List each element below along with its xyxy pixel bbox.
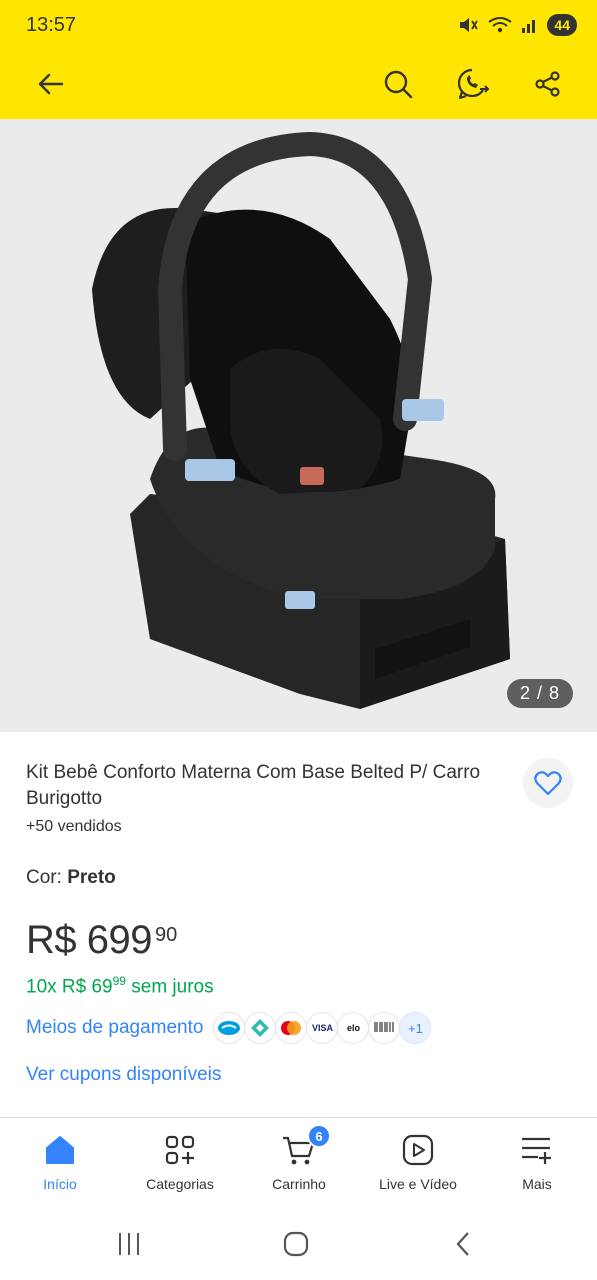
product-price: R$ 699 90 — [26, 918, 177, 963]
nav-item-home[interactable]: Início — [0, 1118, 120, 1210]
nav-label-live-video: Live e Vídeo — [379, 1176, 457, 1192]
installments-cents: 99 — [112, 974, 126, 988]
nav-item-categories[interactable]: Categorias — [120, 1118, 240, 1210]
back-chevron-icon — [456, 1232, 469, 1256]
payment-icons: VISA elo +1 — [213, 1012, 432, 1044]
play-icon — [402, 1132, 434, 1168]
mute-icon — [460, 18, 479, 32]
wifi-icon — [488, 17, 513, 33]
visa-icon: VISA — [306, 1012, 339, 1044]
color-label: Cor: — [26, 867, 68, 888]
status-time: 13:57 — [26, 14, 77, 36]
home-icon — [44, 1132, 76, 1168]
mercado-pago-icon — [213, 1012, 246, 1044]
home-circle-icon — [283, 1231, 309, 1257]
installments-prefix: 10x R$ 69 — [26, 976, 113, 998]
coupons-link[interactable]: Ver cupons disponíveis — [26, 1064, 221, 1086]
whatsapp-share-button[interactable] — [451, 62, 495, 106]
color-variant: Cor: Preto — [26, 867, 116, 889]
nav-item-cart[interactable]: 6 Carrinho — [239, 1118, 359, 1210]
price-cents: 90 — [154, 924, 178, 946]
status-icons: 44 — [457, 14, 577, 36]
cart-badge: 6 — [307, 1124, 331, 1148]
status-bar: 13:57 44 — [0, 0, 597, 52]
nav-item-live-video[interactable]: Live e Vídeo — [358, 1118, 478, 1210]
image-counter: 2 / 8 — [506, 679, 573, 708]
color-value: Preto — [67, 867, 116, 888]
cart-icon: 6 — [281, 1124, 331, 1168]
installments-info: 10x R$ 6999 sem juros — [26, 974, 214, 998]
boleto-icon — [368, 1012, 401, 1044]
search-button[interactable] — [376, 62, 420, 106]
whatsapp-icon — [457, 68, 490, 100]
share-button[interactable] — [526, 62, 570, 106]
nav-item-more[interactable]: Mais — [477, 1118, 597, 1210]
share-icon — [535, 71, 560, 97]
nav-label-categories: Categorias — [146, 1176, 214, 1192]
back-arrow-icon — [38, 73, 64, 95]
recent-apps-button[interactable] — [99, 1226, 159, 1262]
elo-icon: elo — [337, 1012, 370, 1044]
home-system-button[interactable] — [266, 1226, 326, 1262]
nav-label-more: Mais — [522, 1176, 552, 1192]
nav-label-cart: Carrinho — [272, 1176, 326, 1192]
categories-icon — [164, 1132, 196, 1168]
product-title: Kit Bebê Conforto Materna Com Base Belte… — [26, 762, 481, 809]
sold-count: +50 vendidos — [26, 818, 122, 835]
battery-indicator: 44 — [547, 14, 577, 36]
heart-icon — [534, 771, 562, 796]
price-main: R$ 699 — [26, 918, 152, 962]
mastercard-icon — [275, 1012, 308, 1044]
more-payment-methods[interactable]: +1 — [399, 1012, 432, 1044]
product-image-car-seat — [92, 131, 510, 709]
payment-methods-row: Meios de pagamento VISA elo +1 — [26, 1011, 432, 1045]
back-system-button[interactable] — [433, 1226, 493, 1262]
bottom-navigation: Início Categorias 6 Carrinho Live e Víde… — [0, 1118, 597, 1210]
product-image-gallery[interactable]: 2 / 8 — [0, 119, 597, 732]
installments-suffix: sem juros — [125, 976, 214, 998]
system-navigation-bar — [0, 1210, 597, 1280]
top-app-bar — [0, 52, 597, 119]
menu-icon — [520, 1132, 554, 1168]
favorite-button[interactable] — [523, 758, 573, 808]
back-button[interactable] — [28, 62, 72, 106]
search-icon — [384, 70, 413, 99]
signal-icon — [522, 20, 536, 33]
pix-icon — [244, 1012, 277, 1044]
recent-apps-icon — [119, 1233, 139, 1255]
nav-label-home: Início — [43, 1176, 77, 1192]
payment-methods-link[interactable]: Meios de pagamento — [26, 1017, 203, 1039]
